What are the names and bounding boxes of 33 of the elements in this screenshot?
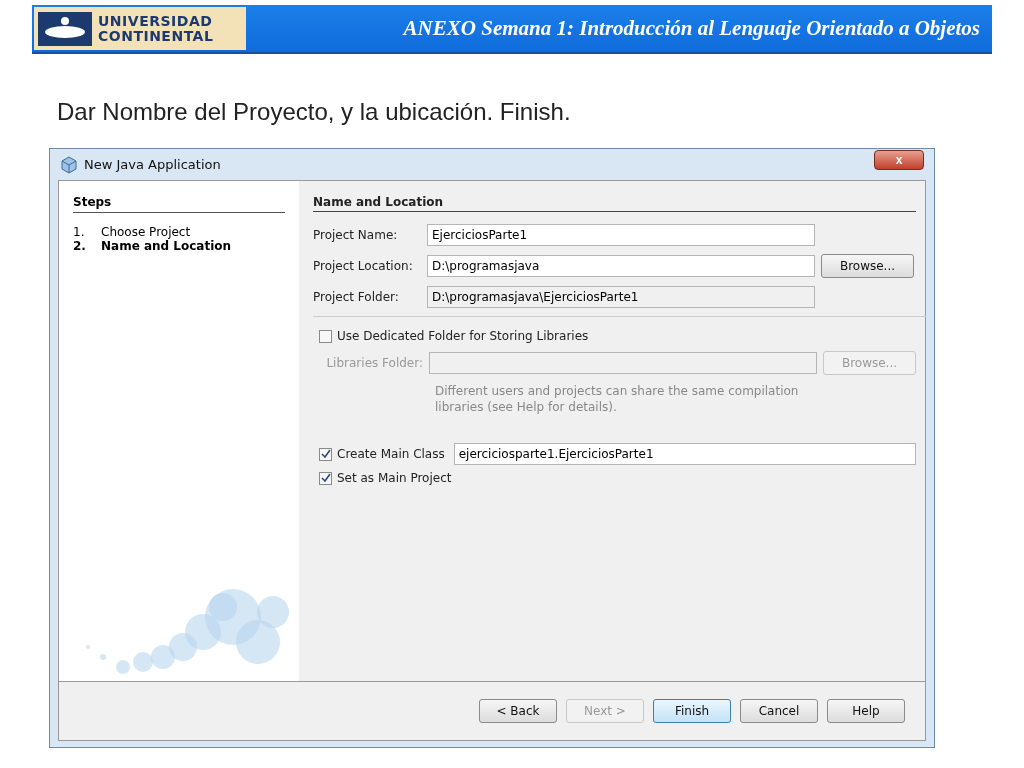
- text-field[interactable]: D:\programasjava: [427, 255, 815, 277]
- browse-button[interactable]: Browse...: [821, 254, 914, 278]
- help-text: Different users and projects can share the same compilation libraries (see Help for details).: [435, 383, 800, 415]
- check-icon: [320, 449, 331, 459]
- checkbox-label: Set as Main Project: [337, 471, 452, 485]
- text-field[interactable]: D:\programasjava\EjerciciosParte1: [427, 286, 815, 308]
- step-item: 2. Name and Location: [73, 239, 233, 253]
- logo-text: CONTINENTAL: [98, 28, 214, 44]
- slide-title: ANEXO Semana 1: Introducción al Lenguaje Orientado a Objetos: [401, 16, 981, 41]
- text-field[interactable]: ejerciciosparte1.EjerciciosParte1: [453, 443, 916, 465]
- checkbox[interactable]: [319, 471, 332, 485]
- checkbox[interactable]: [319, 447, 332, 461]
- step-item: 1. Choose Project: [73, 225, 192, 239]
- section-heading: Name and Location: [313, 195, 916, 212]
- dialog-button[interactable]: < Back: [479, 699, 557, 723]
- window-title: New Java Application: [84, 157, 222, 172]
- cube-icon: [60, 155, 78, 174]
- checkbox-label: Use Dedicated Folder for Storing Libraries: [337, 329, 589, 343]
- emblem-icon: [38, 11, 92, 46]
- dialog-button[interactable]: Cancel: [740, 699, 818, 723]
- dialog-button[interactable]: Finish: [653, 699, 731, 723]
- field-label: Project Location:: [313, 259, 414, 273]
- field-label: Project Folder:: [313, 290, 400, 304]
- steps-heading: Steps: [73, 195, 285, 213]
- instruction-text: Dar Nombre del Proyecto, y la ubicación. Finish.: [57, 98, 571, 126]
- text-field[interactable]: EjerciciosParte1: [427, 224, 815, 246]
- checkbox[interactable]: [319, 329, 332, 343]
- field-label: Libraries Folder:: [325, 356, 423, 370]
- field-label: Project Name:: [313, 228, 399, 242]
- checkbox-label: Create Main Class: [337, 447, 445, 461]
- check-icon: [320, 473, 331, 483]
- logo-text: UNIVERSIDAD: [98, 13, 214, 29]
- dialog-button[interactable]: Help: [827, 699, 905, 723]
